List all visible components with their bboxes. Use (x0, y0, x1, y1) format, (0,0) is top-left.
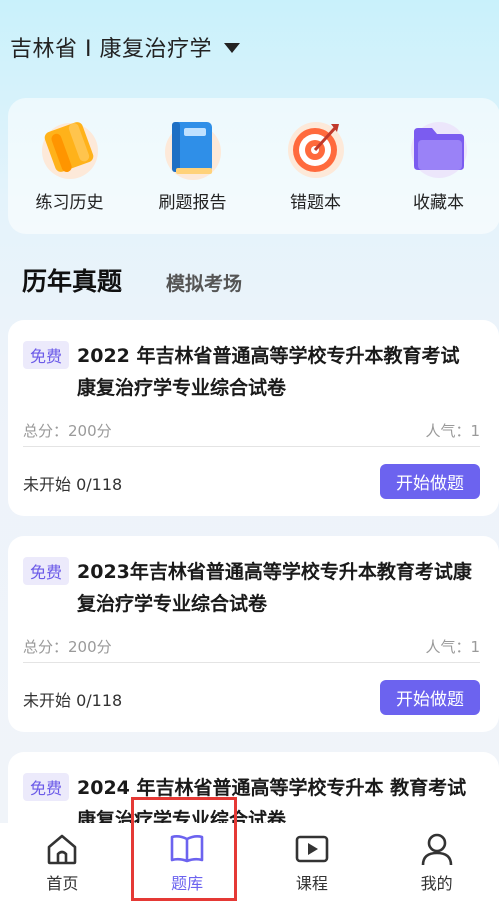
progress-status: 未开始 0/118 (23, 691, 123, 710)
free-badge: 免费 (23, 557, 70, 585)
start-quiz-button[interactable]: 开始做题 (380, 680, 480, 715)
exam-title: 2022 年吉林省普通高等学校专升本教育考试 康复治疗学专业综合试卷 (77, 345, 460, 399)
exam-tabs: 历年真题 模拟考场 (22, 262, 242, 298)
tool-label: 错题本 (290, 193, 341, 213)
caret-down-icon (223, 43, 240, 53)
tool-practice-history[interactable]: 练习历史 (15, 118, 125, 213)
total-score: 总分：200分 (23, 422, 112, 440)
tool-shortcuts: 练习历史 刷题报告 错题本 收藏本 (8, 98, 499, 234)
tool-label: 刷题报告 (158, 193, 227, 213)
divider (23, 662, 480, 663)
open-book-icon (170, 835, 204, 863)
exam-title: 2023年吉林省普通高等学校专升本教育考试康复治疗学专业综合试卷 (77, 561, 472, 615)
tab-past-papers[interactable]: 历年真题 (22, 262, 122, 298)
folder-icon (404, 118, 474, 180)
nav-label: 题库 (171, 874, 204, 893)
divider (23, 446, 480, 447)
tab-mock-exam[interactable]: 模拟考场 (166, 269, 242, 296)
nav-question-bank[interactable]: 题库 (142, 832, 232, 894)
nav-courses[interactable]: 课程 (267, 832, 357, 894)
play-icon (295, 835, 329, 863)
tool-favorites[interactable]: 收藏本 (384, 118, 494, 213)
nav-home[interactable]: 首页 (17, 832, 107, 894)
scroll-icon (35, 118, 105, 180)
free-badge: 免费 (23, 341, 70, 369)
user-icon (421, 833, 452, 866)
nav-label: 我的 (420, 874, 453, 893)
bottom-nav: 首页 题库 课程 我的 (0, 823, 499, 903)
tool-quiz-report[interactable]: 刷题报告 (138, 118, 248, 213)
tool-wrong-questions[interactable]: 错题本 (261, 118, 371, 213)
nav-profile[interactable]: 我的 (392, 832, 482, 894)
home-icon (48, 834, 77, 865)
book-icon (158, 118, 228, 180)
free-badge: 免费 (23, 773, 70, 801)
popularity: 人气：1 (425, 422, 480, 440)
nav-label: 首页 (46, 874, 79, 893)
progress-status: 未开始 0/118 (23, 475, 123, 494)
nav-label: 课程 (295, 874, 328, 893)
page-title: 吉林省 I 康复治疗学 (10, 37, 212, 62)
tool-label: 收藏本 (413, 193, 464, 213)
start-quiz-button[interactable]: 开始做题 (380, 464, 480, 499)
target-icon (281, 118, 351, 180)
total-score: 总分：200分 (23, 638, 112, 656)
exam-card[interactable]: 免费 2022 年吉林省普通高等学校专升本教育考试 康复治疗学专业综合试卷 总分… (8, 320, 499, 516)
tool-label: 练习历史 (35, 193, 104, 213)
exam-card[interactable]: 免费 2023年吉林省普通高等学校专升本教育考试康复治疗学专业综合试卷 总分：2… (8, 536, 499, 732)
popularity: 人气：1 (425, 638, 480, 656)
region-selector[interactable]: 吉林省 I 康复治疗学 (10, 30, 240, 64)
